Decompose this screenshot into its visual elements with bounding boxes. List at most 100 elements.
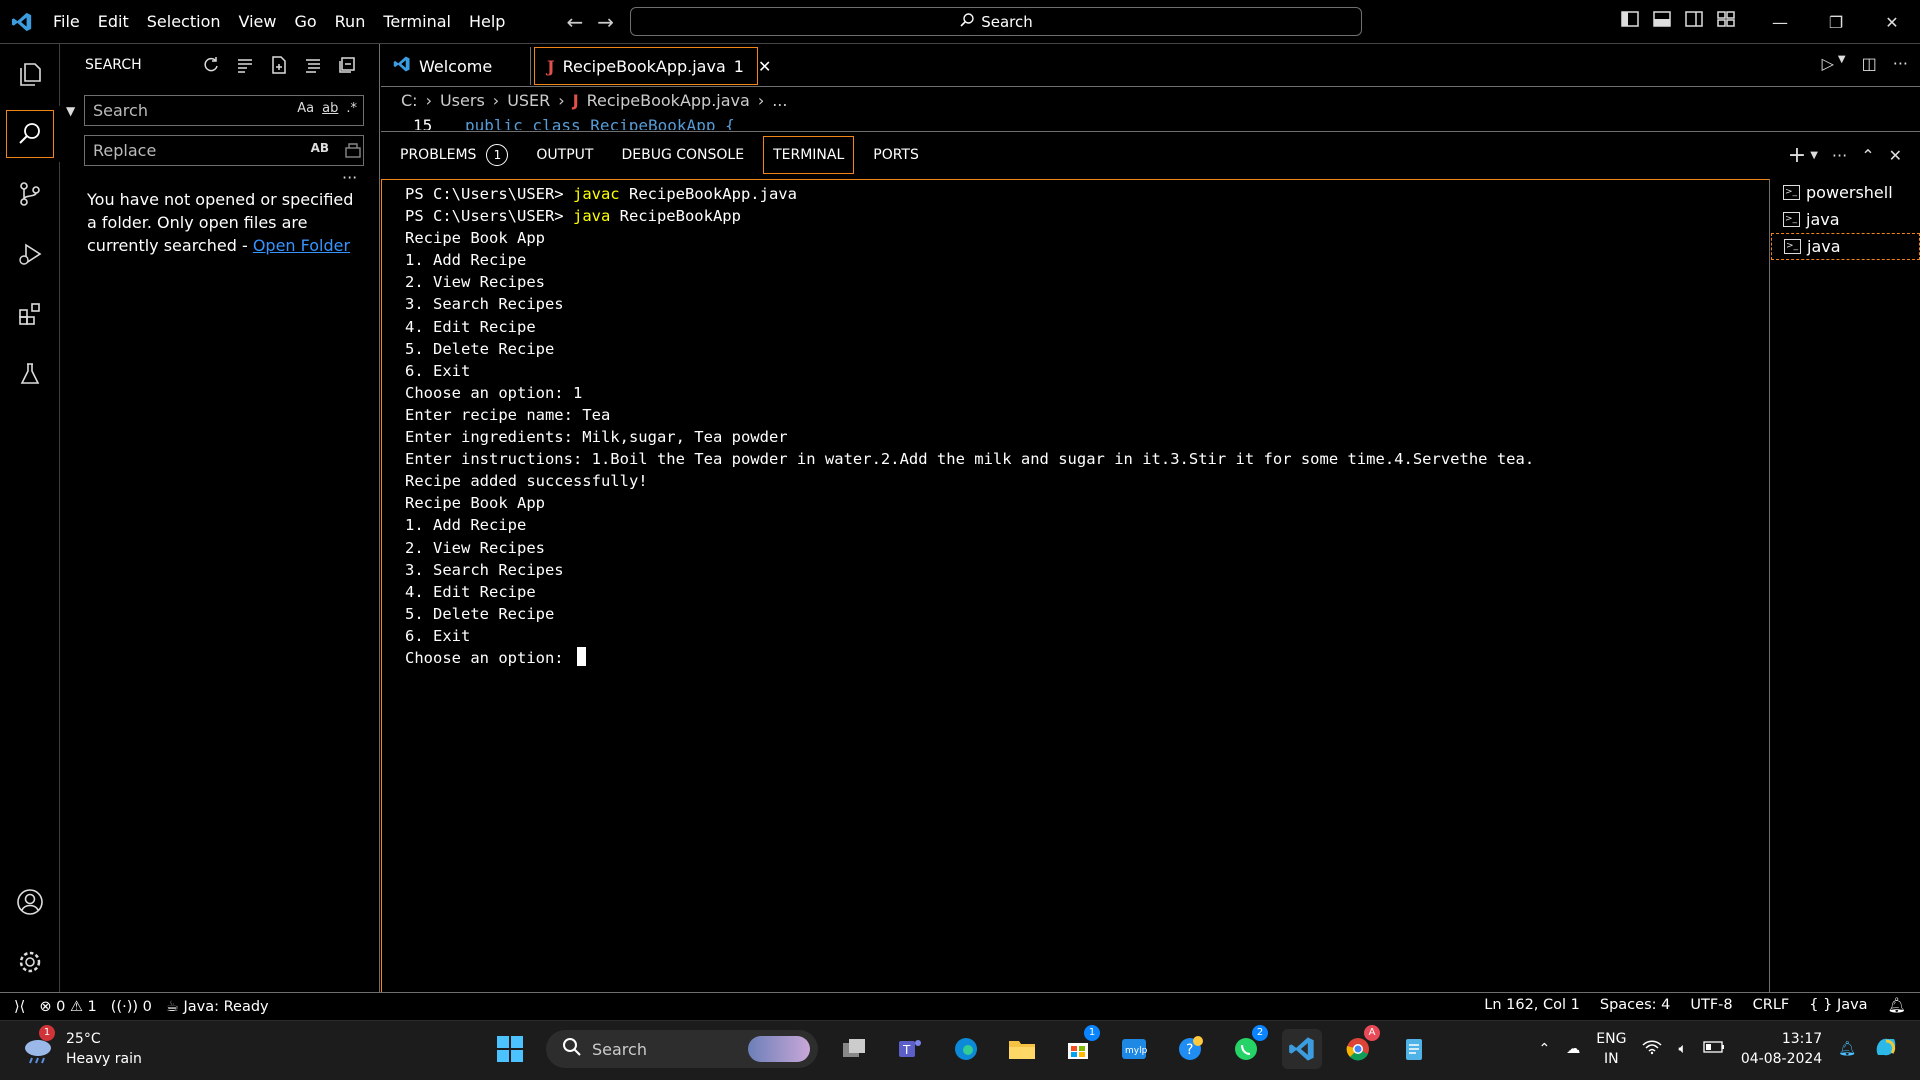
- command-center-search[interactable]: Search: [630, 7, 1362, 36]
- toggle-replace-chevron-icon[interactable]: ▼: [66, 104, 75, 118]
- explorer-icon[interactable]: [0, 46, 60, 102]
- vscode-taskbar-icon[interactable]: [1282, 1029, 1322, 1069]
- toggle-panel-icon[interactable]: [1652, 9, 1672, 29]
- new-search-editor-icon[interactable]: [269, 55, 289, 75]
- tab-terminal[interactable]: TERMINAL: [763, 136, 855, 174]
- editor-code-area[interactable]: 15 public class RecipeBookApp {: [381, 112, 1920, 130]
- battery-icon[interactable]: [1703, 1041, 1725, 1057]
- run-dropdown-chevron-icon[interactable]: ▼: [1838, 54, 1846, 73]
- chrome-browser-icon[interactable]: A: [1338, 1025, 1380, 1069]
- refresh-icon[interactable]: [201, 55, 221, 75]
- menu-help[interactable]: Help: [460, 0, 514, 44]
- copilot-icon[interactable]: [1872, 1033, 1900, 1065]
- more-actions-icon[interactable]: ···: [342, 168, 357, 187]
- teams-icon[interactable]: T: [890, 1029, 930, 1069]
- menu-go[interactable]: Go: [285, 0, 325, 44]
- editor-more-actions-icon[interactable]: ···: [1893, 54, 1908, 73]
- terminal-instance-powershell[interactable]: >_ powershell: [1771, 179, 1920, 206]
- breadcrumb-user[interactable]: USER: [507, 91, 550, 110]
- edge-browser-icon[interactable]: [946, 1029, 986, 1069]
- tab-recipebookapp[interactable]: J RecipeBookApp.java 1 ✕: [534, 47, 771, 85]
- regex-icon[interactable]: .*: [346, 101, 357, 116]
- terminal-instance-java-2[interactable]: >_ java: [1771, 233, 1920, 260]
- menu-run[interactable]: Run: [326, 0, 375, 44]
- language-mode[interactable]: { } Java: [1809, 997, 1867, 1014]
- end-of-line[interactable]: CRLF: [1753, 997, 1790, 1014]
- close-tab-icon[interactable]: ✕: [758, 57, 771, 76]
- customize-layout-icon[interactable]: [1716, 9, 1736, 29]
- back-arrow-icon[interactable]: ←: [566, 10, 583, 34]
- input-language-indicator[interactable]: ENG IN: [1596, 1029, 1626, 1069]
- search-input[interactable]: [93, 101, 273, 120]
- indentation[interactable]: Spaces: 4: [1600, 997, 1670, 1014]
- volume-icon[interactable]: 🔈︎: [1678, 1041, 1686, 1057]
- toggle-secondary-sidebar-icon[interactable]: [1684, 9, 1704, 29]
- notepad-icon[interactable]: [1394, 1029, 1434, 1069]
- menu-view[interactable]: View: [230, 0, 286, 44]
- match-whole-word-icon[interactable]: ab: [322, 101, 338, 116]
- close-window-icon[interactable]: ✕: [1864, 0, 1920, 44]
- breadcrumb-file[interactable]: RecipeBookApp.java: [587, 91, 750, 110]
- new-terminal-icon[interactable]: +: [1788, 143, 1806, 168]
- replace-input[interactable]: [93, 141, 273, 160]
- toggle-primary-sidebar-icon[interactable]: [1620, 9, 1640, 29]
- close-panel-icon[interactable]: ✕: [1889, 146, 1902, 165]
- menu-file[interactable]: File: [44, 0, 89, 44]
- problems-status[interactable]: ⊗ 0 ⚠ 1: [39, 999, 96, 1015]
- accounts-icon[interactable]: [0, 874, 60, 930]
- restore-icon[interactable]: ❐: [1808, 0, 1864, 44]
- menu-selection[interactable]: Selection: [138, 0, 230, 44]
- java-status[interactable]: ☕ Java: Ready: [166, 999, 269, 1015]
- breadcrumb-symbol[interactable]: ...: [772, 91, 787, 110]
- show-hidden-icons-chevron[interactable]: ⌃: [1539, 1041, 1551, 1057]
- preserve-case-icon[interactable]: AB: [311, 141, 329, 155]
- windows-start-icon[interactable]: [490, 1029, 530, 1069]
- forward-arrow-icon[interactable]: →: [597, 10, 614, 34]
- breadcrumb-users[interactable]: Users: [440, 91, 485, 110]
- notification-bell-icon[interactable]: 🔔︎: [1838, 1041, 1856, 1057]
- testing-flask-icon[interactable]: [0, 346, 60, 402]
- taskbar-search-input[interactable]: [592, 1039, 722, 1059]
- terminal-instance-java-1[interactable]: >_ java: [1771, 206, 1920, 233]
- source-control-icon[interactable]: [0, 166, 60, 222]
- encoding[interactable]: UTF-8: [1690, 997, 1732, 1014]
- whatsapp-icon[interactable]: 2: [1226, 1025, 1268, 1069]
- tab-ports[interactable]: PORTS: [864, 136, 928, 174]
- help-tips-icon[interactable]: ?: [1170, 1029, 1210, 1069]
- run-file-icon[interactable]: ▷: [1822, 54, 1834, 73]
- microsoft-store-icon[interactable]: 1: [1058, 1025, 1100, 1069]
- extensions-icon[interactable]: [0, 286, 60, 342]
- tab-output[interactable]: OUTPUT: [527, 136, 602, 174]
- clear-results-icon[interactable]: [235, 55, 255, 75]
- panel-more-actions-icon[interactable]: ···: [1832, 146, 1847, 165]
- replace-all-icon[interactable]: [343, 140, 365, 162]
- maximize-panel-icon[interactable]: ⌃: [1861, 146, 1874, 165]
- tab-debug-console[interactable]: DEBUG CONSOLE: [612, 136, 753, 174]
- system-clock[interactable]: 13:17 04-08-2024: [1741, 1029, 1822, 1069]
- minimize-icon[interactable]: —: [1752, 0, 1808, 44]
- search-view-icon[interactable]: [0, 106, 60, 162]
- task-view-icon[interactable]: [834, 1029, 874, 1069]
- terminal-profile-chevron-icon[interactable]: ▼: [1810, 150, 1818, 161]
- onedrive-icon[interactable]: ☁: [1566, 1041, 1580, 1057]
- menu-terminal[interactable]: Terminal: [374, 0, 460, 44]
- collapse-all-icon[interactable]: [337, 55, 357, 75]
- settings-gear-icon[interactable]: [0, 934, 60, 990]
- weather-widget[interactable]: 1 25°C Heavy rain: [20, 1025, 142, 1069]
- mylp-app-icon[interactable]: mylp: [1114, 1029, 1154, 1069]
- taskbar-search-box[interactable]: [546, 1030, 818, 1068]
- menu-edit[interactable]: Edit: [89, 0, 138, 44]
- terminal-output[interactable]: PS C:\Users\USER> javac RecipeBookApp.ja…: [381, 179, 1770, 993]
- notifications-bell-icon[interactable]: 🔔︎: [1888, 997, 1906, 1014]
- breadcrumb-drive[interactable]: C:: [401, 91, 418, 110]
- open-folder-link[interactable]: Open Folder: [253, 236, 350, 255]
- run-debug-icon[interactable]: [0, 226, 60, 282]
- view-as-tree-icon[interactable]: [303, 55, 323, 75]
- wifi-icon[interactable]: [1642, 1039, 1662, 1059]
- file-explorer-icon[interactable]: [1002, 1029, 1042, 1069]
- match-case-icon[interactable]: Aa: [297, 101, 314, 116]
- tab-welcome[interactable]: Welcome: [381, 47, 531, 85]
- remote-indicator-icon[interactable]: ⟩⟨: [14, 999, 25, 1015]
- ports-status[interactable]: ((·)) 0: [111, 999, 152, 1015]
- tab-problems[interactable]: PROBLEMS 1: [391, 136, 517, 174]
